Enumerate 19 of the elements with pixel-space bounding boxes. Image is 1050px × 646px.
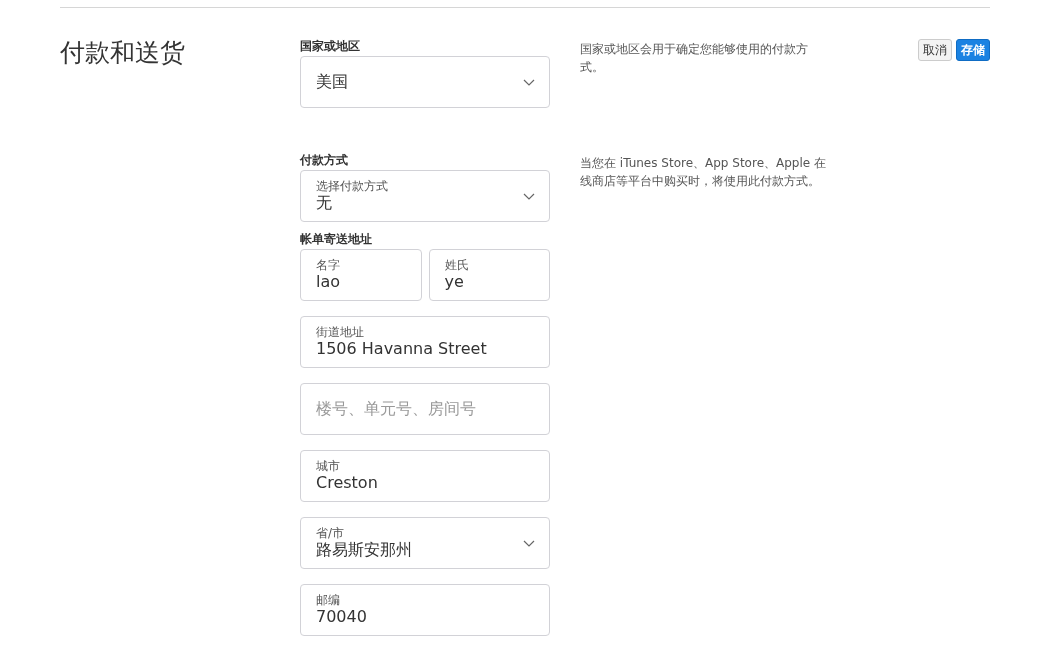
chevron-down-icon (523, 539, 535, 547)
page-heading: 付款和送货 (60, 37, 186, 69)
dropdown-field[interactable]: 美国 (300, 56, 550, 108)
dropdown-field[interactable]: 省/市 路易斯安那州 (300, 517, 550, 569)
input-field[interactable]: 名字 lao (300, 249, 422, 301)
help-text: 国家或地区会用于确定您能够使用的付款方式。 (580, 41, 809, 76)
dropdown-field[interactable]: 选择付款方式 无 (300, 170, 550, 222)
input-field[interactable]: 邮编 70040 (300, 584, 550, 636)
save-button[interactable]: 存储 (956, 39, 990, 61)
chevron-down-icon (523, 192, 535, 200)
input-field[interactable]: 街道地址 1506 Havanna Street (300, 316, 550, 368)
section-label: 帐单寄送地址 (300, 231, 373, 247)
cancel-button[interactable]: 取消 (918, 39, 952, 61)
section-label: 国家或地区 (300, 38, 361, 54)
section-label: 付款方式 (300, 152, 349, 168)
chevron-down-icon (523, 78, 535, 86)
input-field[interactable]: 城市 Creston (300, 450, 550, 502)
help-text: 当您在 iTunes Store、App Store、Apple 在线商店等平台中购买时，将使用此付款方式。 (580, 155, 827, 190)
input-field[interactable]: 姓氏 ye (428, 249, 550, 301)
